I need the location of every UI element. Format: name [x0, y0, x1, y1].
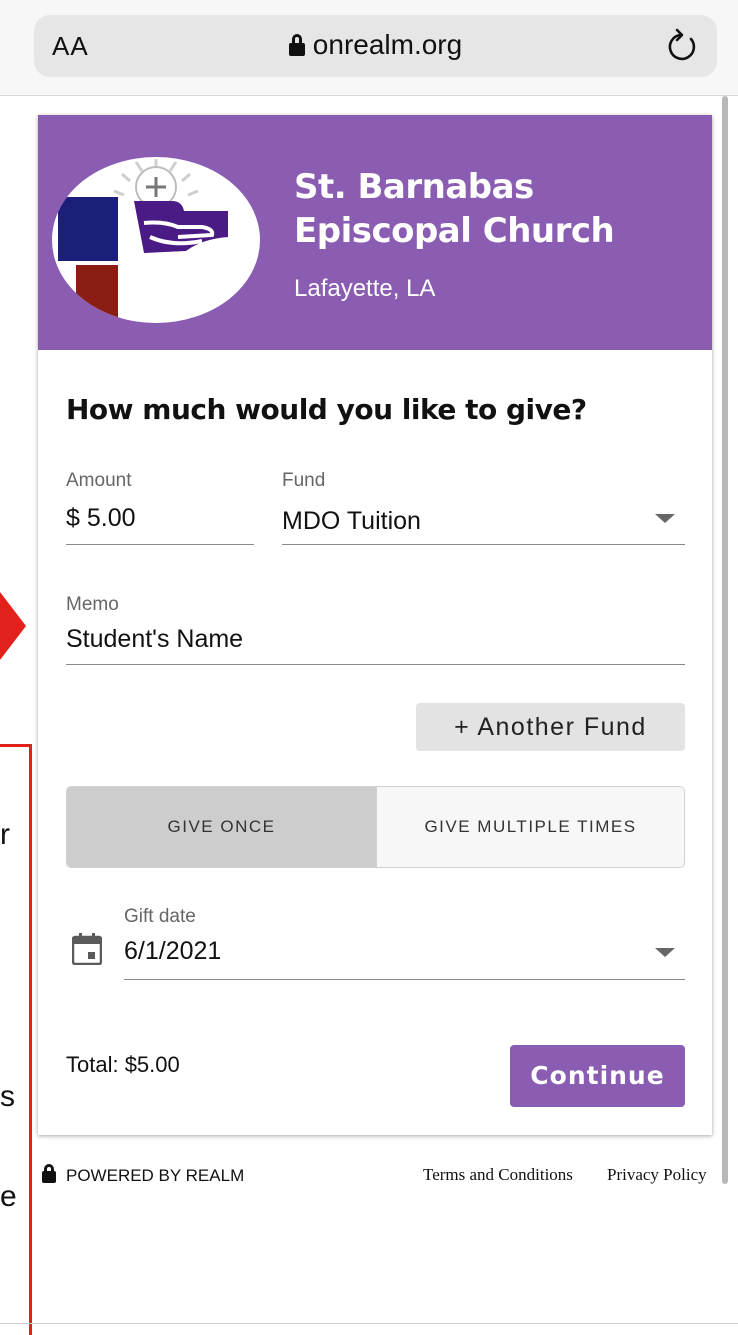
- church-banner: St. Barnabas Episcopal Church Lafayette,…: [38, 115, 712, 350]
- amount-label: Amount: [66, 470, 132, 491]
- memo-input[interactable]: Student's Name: [66, 625, 243, 654]
- frequency-toggle: GIVE ONCE GIVE MULTIPLE TIMES: [66, 786, 685, 868]
- address-bar[interactable]: AA onrealm.org: [34, 15, 717, 77]
- fund-label: Fund: [282, 470, 326, 491]
- gift-date-underline: [124, 979, 685, 980]
- reload-icon[interactable]: [665, 27, 699, 63]
- give-multiple-times-option[interactable]: GIVE MULTIPLE TIMES: [376, 787, 684, 867]
- giving-card: St. Barnabas Episcopal Church Lafayette,…: [38, 115, 712, 1135]
- scroll-indicator: [722, 96, 728, 1184]
- annotation-text-fragment: s: [0, 1080, 15, 1113]
- powered-by-text: POWERED BY REALM: [66, 1166, 245, 1185]
- memo-label: Memo: [66, 594, 119, 615]
- annotation-arrow: [0, 592, 26, 660]
- gift-date-dropdown-icon[interactable]: [655, 948, 675, 957]
- terms-link[interactable]: Terms and Conditions: [423, 1165, 573, 1185]
- annotation-text-fragment: e: [0, 1180, 17, 1213]
- fund-select[interactable]: MDO Tuition: [282, 507, 421, 536]
- fund-underline: [282, 544, 685, 545]
- total-amount: Total: $5.00: [66, 1052, 180, 1077]
- amount-input[interactable]: $ 5.00: [66, 504, 136, 533]
- memo-underline: [66, 664, 685, 665]
- give-heading: How much would you like to give?: [66, 393, 587, 426]
- url-display[interactable]: onrealm.org: [34, 29, 717, 61]
- bottom-divider: [0, 1323, 738, 1324]
- church-location: Lafayette, LA: [294, 275, 436, 302]
- gift-date-label: Gift date: [124, 906, 196, 927]
- url-domain: onrealm.org: [312, 29, 463, 60]
- lock-icon: [42, 1164, 56, 1183]
- church-name: St. Barnabas Episcopal Church: [294, 167, 615, 251]
- church-logo: [52, 157, 260, 323]
- add-another-fund-button[interactable]: + Another Fund: [416, 703, 685, 751]
- lock-icon: [288, 34, 305, 56]
- powered-by-realm: POWERED BY REALM: [42, 1164, 244, 1186]
- calendar-icon[interactable]: [72, 933, 102, 965]
- fund-dropdown-icon[interactable]: [655, 514, 675, 523]
- browser-toolbar: AA onrealm.org: [0, 0, 738, 96]
- gift-date-input[interactable]: 6/1/2021: [124, 937, 221, 966]
- annotation-text-fragment: r: [0, 818, 10, 851]
- amount-underline: [66, 544, 254, 545]
- give-once-option[interactable]: GIVE ONCE: [67, 787, 376, 867]
- continue-button[interactable]: Continue: [510, 1045, 685, 1107]
- privacy-link[interactable]: Privacy Policy: [607, 1165, 707, 1185]
